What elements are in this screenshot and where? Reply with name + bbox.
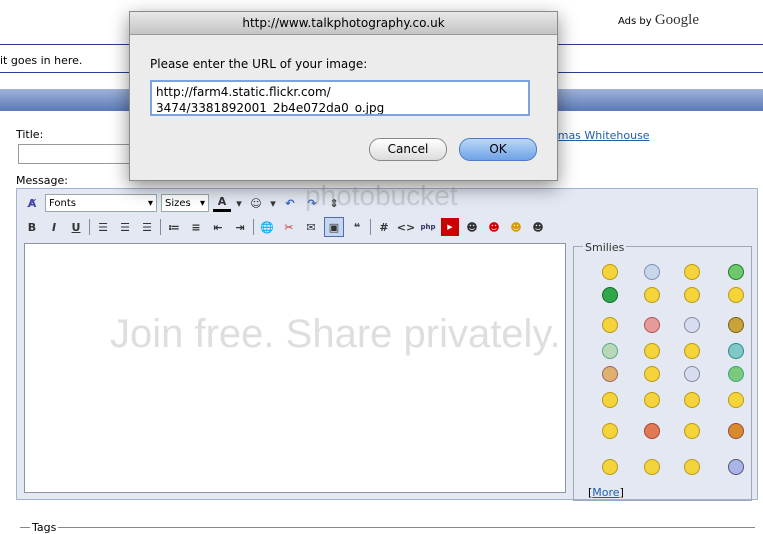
smiley-icon[interactable]	[644, 287, 660, 303]
title-label: Title:	[16, 128, 44, 141]
align-right-icon[interactable]: ☰	[138, 218, 156, 236]
more-bracket-close: ]	[619, 486, 624, 499]
tags-fieldset-border	[20, 527, 755, 528]
font-select-label: Fonts	[49, 197, 76, 209]
insert-image-icon[interactable]: ▣	[324, 217, 344, 237]
editor-toolbar-bottom: B I U ☰ ☰ ☰ ≔ ≡ ⇤ ⇥ 🌐 ✂ ✉ ▣ ❝ # <> php ▶…	[23, 216, 547, 238]
image-url-dialog: http://www.talkphotography.co.uk Please …	[129, 11, 558, 181]
align-left-icon[interactable]: ☰	[94, 218, 112, 236]
underline-button[interactable]: U	[67, 218, 85, 236]
chevron-down-icon[interactable]: ▾	[269, 194, 277, 212]
smiley-icon[interactable]	[644, 459, 660, 475]
intro-text: it goes in here.	[0, 54, 83, 67]
html-button[interactable]: <>	[397, 218, 415, 236]
align-center-icon[interactable]: ☰	[116, 218, 134, 236]
size-select-label: Sizes	[165, 197, 191, 209]
photobucket-watermark: photobucket	[305, 180, 458, 211]
smiley-menu-icon[interactable]: ☺	[247, 194, 265, 212]
smiley-icon[interactable]	[644, 366, 660, 382]
font-select[interactable]: Fonts ▾	[45, 194, 157, 212]
toolbar-separator	[160, 219, 161, 235]
undo-icon[interactable]: ↶	[281, 194, 299, 212]
smiley-icon[interactable]	[602, 264, 618, 280]
google-logo: Google	[654, 12, 699, 28]
bold-button[interactable]: B	[23, 218, 41, 236]
smiley-icon[interactable]	[602, 459, 618, 475]
thumbs-up-smiley-icon[interactable]	[728, 392, 744, 408]
smiley-icon[interactable]	[728, 317, 744, 333]
outdent-icon[interactable]: ⇤	[209, 218, 227, 236]
smiley-icon[interactable]	[644, 264, 660, 280]
photobucket-tagline-watermark: Join free. Share privately.	[110, 312, 561, 356]
code-button[interactable]: #	[375, 218, 393, 236]
remove-format-icon[interactable]: A̸	[23, 194, 41, 212]
smilies-panel	[573, 246, 752, 501]
smiley-icon[interactable]	[684, 343, 700, 359]
size-select[interactable]: Sizes ▾	[161, 194, 209, 212]
author-link[interactable]: omas Whitehouse	[551, 129, 650, 142]
evil-smiley-icon[interactable]: ☻	[485, 218, 503, 236]
smilies-legend: Smilies	[583, 241, 627, 254]
youtube-icon[interactable]: ▶	[441, 218, 459, 236]
dialog-prompt: Please enter the URL of your image:	[150, 57, 368, 71]
cancel-button[interactable]: Cancel	[369, 138, 447, 161]
toolbar-separator	[253, 219, 254, 235]
more-smilies-link[interactable]: More	[592, 486, 619, 499]
smiley-icon[interactable]	[644, 317, 660, 333]
ok-button[interactable]: OK	[459, 138, 537, 161]
smiley-icon[interactable]	[644, 423, 660, 439]
image-url-input[interactable]: http://farm4.static.flickr.com/ 3474/338…	[150, 80, 530, 116]
smiley-icon[interactable]	[684, 459, 700, 475]
smiley-icon[interactable]	[684, 366, 700, 382]
smiley-icon[interactable]	[602, 287, 618, 303]
custom-smiley-icon[interactable]: ☻	[529, 218, 547, 236]
smiley-icon[interactable]	[684, 287, 700, 303]
insert-link-icon[interactable]: 🌐	[258, 218, 276, 236]
smiley-icon[interactable]	[728, 423, 744, 439]
ads-prefix: Ads by	[617, 16, 652, 27]
insert-email-icon[interactable]: ✉	[302, 218, 320, 236]
chevron-down-icon: ▾	[199, 197, 205, 209]
smiley-icon[interactable]	[684, 264, 700, 280]
chevron-down-icon: ▾	[147, 197, 153, 209]
editor-toolbar-top: A̸ Fonts ▾ Sizes ▾ A ▾ ☺ ▾ ↶ ↷ ⇕	[23, 192, 343, 214]
unordered-list-icon[interactable]: ≡	[187, 218, 205, 236]
smiley-icon[interactable]	[602, 366, 618, 382]
smiley-icon[interactable]	[684, 392, 700, 408]
smiley-icon[interactable]	[728, 264, 744, 280]
toolbar-separator	[370, 219, 371, 235]
custom-smiley-icon[interactable]: ☻	[507, 218, 525, 236]
font-color-icon[interactable]: A	[213, 195, 231, 212]
italic-button[interactable]: I	[45, 218, 63, 236]
ads-by-google[interactable]: Ads by Google	[618, 12, 699, 29]
remove-link-icon[interactable]: ✂	[280, 218, 298, 236]
message-label: Message:	[16, 174, 68, 187]
smiley-icon[interactable]	[684, 423, 700, 439]
smiley-icon[interactable]	[644, 343, 660, 359]
custom-smiley-icon[interactable]: ☻	[463, 218, 481, 236]
php-icon[interactable]: php	[419, 218, 437, 236]
dialog-title: http://www.talkphotography.co.uk	[130, 12, 557, 35]
smiley-icon[interactable]	[728, 343, 744, 359]
title-input[interactable]	[18, 144, 140, 164]
tags-legend: Tags	[30, 521, 59, 534]
message-textarea[interactable]	[24, 243, 566, 493]
chevron-down-icon[interactable]: ▾	[235, 194, 243, 212]
smiley-icon[interactable]	[602, 343, 618, 359]
smiley-icon[interactable]	[728, 287, 744, 303]
smiley-icon[interactable]	[728, 459, 744, 475]
smiley-icon[interactable]	[602, 317, 618, 333]
quote-icon[interactable]: ❝	[348, 218, 366, 236]
smiley-icon[interactable]	[644, 392, 660, 408]
smiley-icon[interactable]	[602, 423, 618, 439]
more-smilies: [More]	[588, 486, 624, 499]
indent-icon[interactable]: ⇥	[231, 218, 249, 236]
smiley-icon[interactable]	[728, 366, 744, 382]
smiley-icon[interactable]	[684, 317, 700, 333]
help-smiley-icon[interactable]	[602, 392, 618, 408]
ordered-list-icon[interactable]: ≔	[165, 218, 183, 236]
toolbar-separator	[89, 219, 90, 235]
